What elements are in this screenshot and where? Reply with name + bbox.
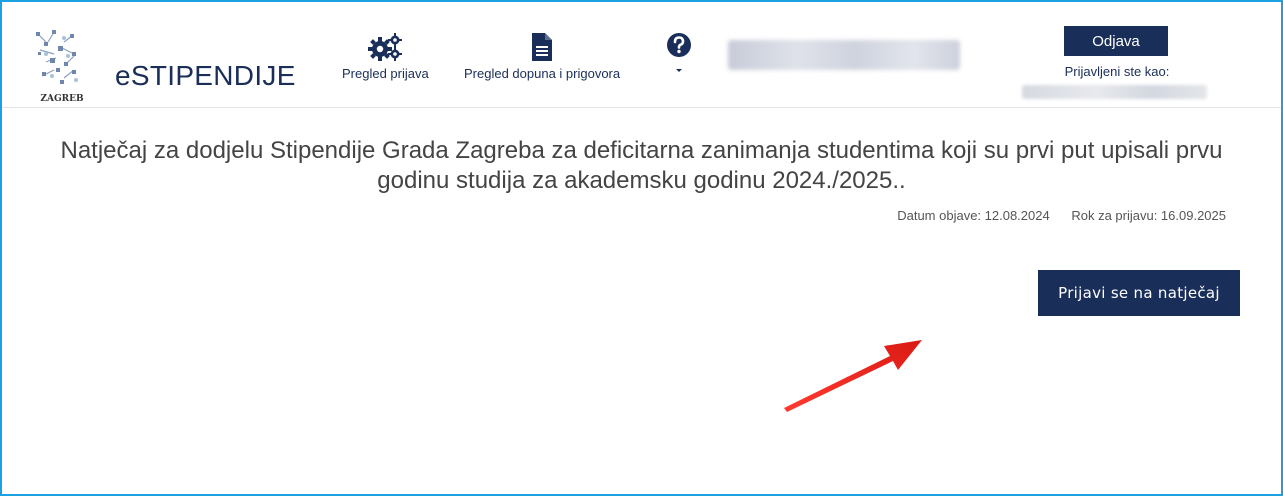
- help-icon: [667, 33, 691, 57]
- header: ZAGREB eSTIPENDIJE Pregled prijava Pregl…: [2, 2, 1281, 108]
- nav-pregled-prijava[interactable]: Pregled prijava: [342, 32, 429, 81]
- nav-pregled-dopuna[interactable]: Pregled dopuna i prigovora: [464, 32, 620, 81]
- nav-help[interactable]: [666, 32, 692, 74]
- logged-in-user-blurred: [1022, 85, 1207, 99]
- nav-label: Pregled dopuna i prigovora: [464, 66, 621, 81]
- logged-in-label: Prijavljeni ste kao:: [1064, 64, 1170, 79]
- app-window: ZAGREB eSTIPENDIJE Pregled prijava Pregl…: [0, 0, 1283, 496]
- user-info-blurred: [728, 40, 960, 70]
- brand-title[interactable]: eSTIPENDIJE: [115, 60, 296, 92]
- apply-button[interactable]: Prijavi se na natječaj: [1038, 270, 1240, 316]
- nav-label: Pregled prijava: [342, 66, 429, 81]
- logout-button[interactable]: Odjava: [1064, 26, 1168, 56]
- deadline-date: Rok za prijavu: 16.09.2025: [1071, 208, 1226, 223]
- page-title: Natječaj za dodjelu Stipendije Grada Zag…: [60, 137, 1223, 194]
- gears-icon: [368, 33, 403, 61]
- chevron-down-icon: [676, 69, 682, 72]
- publish-date: Datum objave: 12.08.2024: [897, 208, 1050, 223]
- logo-text: ZAGREB: [40, 94, 84, 104]
- zagreb-crest-icon: [36, 30, 78, 84]
- zagreb-logo[interactable]: ZAGREB: [32, 28, 92, 106]
- red-arrow-annotation: [784, 340, 922, 412]
- document-icon: [532, 33, 553, 61]
- tender-meta: Datum objave: 12.08.2024 Rok za prijavu:…: [879, 208, 1226, 223]
